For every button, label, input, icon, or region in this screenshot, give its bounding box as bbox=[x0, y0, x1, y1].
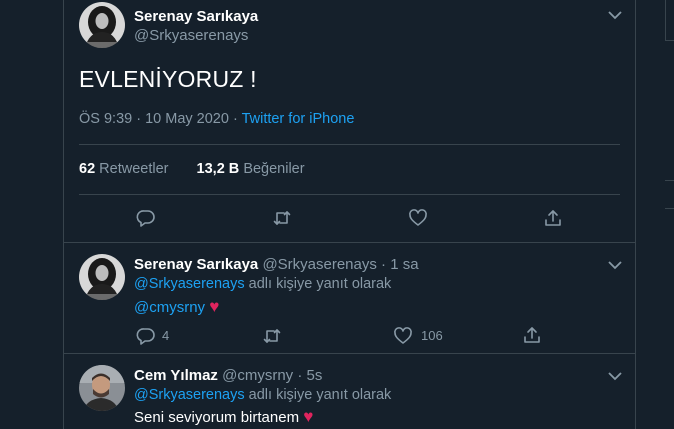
like-icon[interactable] bbox=[393, 326, 413, 346]
divider bbox=[63, 242, 636, 243]
chevron-down-icon[interactable] bbox=[606, 258, 624, 272]
tweet-meta: ÖS 9:39 · 10 May 2020 · Twitter for iPho… bbox=[79, 111, 354, 127]
avatar[interactable] bbox=[79, 2, 125, 48]
tweet-stats: 62 Retweetler 13,2 B Beğeniler bbox=[79, 161, 305, 177]
divider bbox=[79, 144, 620, 145]
tweet-text: @cmysrny ♥ bbox=[134, 297, 219, 317]
like-count: 106 bbox=[421, 328, 443, 343]
chevron-down-icon[interactable] bbox=[606, 369, 624, 383]
heart-emoji: ♥ bbox=[209, 297, 220, 316]
reply-context: @Srkyaserenays adlı kişiye yanıt olarak bbox=[134, 387, 392, 403]
mention-link[interactable]: @cmysrny bbox=[134, 299, 205, 316]
retweets-stat[interactable]: 62 Retweetler bbox=[79, 161, 168, 177]
author-name[interactable]: Serenay Sarıkaya bbox=[134, 8, 258, 25]
retweet-icon[interactable] bbox=[262, 326, 282, 346]
divider bbox=[79, 194, 620, 195]
likes-stat[interactable]: 13,2 B Beğeniler bbox=[197, 161, 305, 177]
avatar[interactable] bbox=[79, 365, 125, 411]
reply-count: 4 bbox=[162, 328, 170, 343]
author-name: Serenay Sarıkaya @Srkyaserenays · 1 sa bbox=[134, 256, 419, 273]
right-sidebar-edge bbox=[665, 0, 674, 429]
retweet-icon[interactable] bbox=[272, 208, 292, 228]
divider bbox=[63, 353, 636, 354]
tweet-time[interactable]: ÖS 9:39 · 10 May 2020 · bbox=[79, 111, 238, 127]
reply-context: @Srkyaserenays adlı kişiye yanıt olarak bbox=[134, 276, 392, 292]
share-icon[interactable] bbox=[543, 208, 563, 228]
reply-to-handle[interactable]: @Srkyaserenays bbox=[134, 276, 245, 292]
share-icon[interactable] bbox=[522, 325, 542, 345]
author-name: Cem Yılmaz @cmysrny · 5s bbox=[134, 367, 323, 384]
heart-emoji: ♥ bbox=[303, 407, 314, 426]
reply-to-handle[interactable]: @Srkyaserenays bbox=[134, 387, 245, 403]
author-handle[interactable]: @Srkyaserenays bbox=[134, 27, 248, 44]
chevron-down-icon[interactable] bbox=[606, 8, 624, 22]
reply-icon[interactable] bbox=[136, 326, 156, 346]
reply-icon[interactable] bbox=[136, 208, 156, 228]
like-icon[interactable] bbox=[408, 208, 428, 228]
avatar[interactable] bbox=[79, 254, 125, 300]
tweet-source[interactable]: Twitter for iPhone bbox=[242, 111, 355, 127]
tweet-text: Seni seviyorum birtanem ♥ bbox=[134, 407, 314, 426]
tweet-text: EVLENİYORUZ ! bbox=[79, 66, 257, 92]
